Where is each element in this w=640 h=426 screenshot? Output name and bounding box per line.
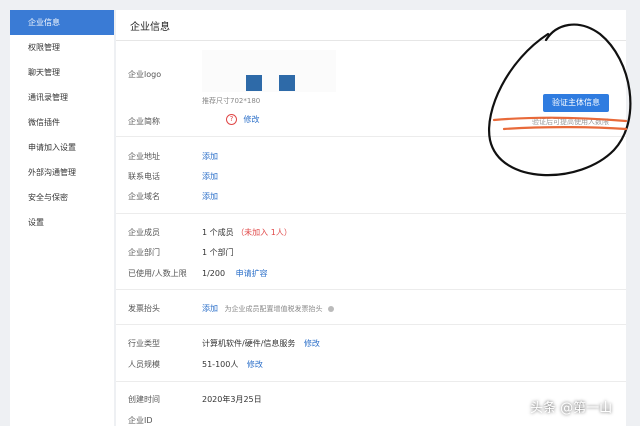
sidebar-item-settings[interactable]: 设置 [10,210,114,235]
logo-image [246,75,262,91]
short-name-edit-link[interactable]: 修改 [244,115,260,124]
size-value: 51-100人 [202,360,239,369]
logo-label: 企业logo [128,70,162,79]
verify-button[interactable]: 验证主体信息 [543,94,609,112]
phone-label: 联系电话 [128,172,160,181]
invoice-add-link[interactable]: 添加 [202,304,218,313]
domain-add-link[interactable]: 添加 [202,191,218,202]
address-label: 企业地址 [128,152,160,161]
page-title: 企业信息 [130,22,170,33]
title-divider [116,40,626,41]
limit-label: 已使用/人数上限 [128,269,187,278]
question-icon[interactable]: ? [226,114,237,125]
divider [116,136,626,137]
info-icon[interactable] [328,305,335,312]
sidebar-item-external[interactable]: 外部沟通管理 [10,160,114,185]
divider [116,324,626,325]
logo-hint: 推荐尺寸702*180 [202,97,261,105]
divider [116,213,626,214]
created-label: 创建时间 [128,395,160,404]
industry-value: 计算机软件/硬件/信息服务 [202,339,296,348]
divider [116,289,626,290]
members-value-row: 1 个成员 （未加入 1人） [202,227,292,238]
industry-edit-link[interactable]: 修改 [304,339,320,348]
industry-label: 行业类型 [128,339,160,348]
apply-expand-link[interactable]: 申请扩容 [236,269,268,278]
size-row: 51-100人 修改 [202,359,263,370]
sidebar-item-join-settings[interactable]: 申请加入设置 [10,135,114,160]
corp-id-label: 企业ID [128,416,153,425]
size-label: 人员规模 [128,360,160,369]
short-name-row: ? 修改 [226,114,260,125]
sidebar-item-security[interactable]: 安全与保密 [10,185,114,210]
limit-value-row: 1/200 申请扩容 [202,268,268,279]
sidebar-item-permissions[interactable]: 权限管理 [10,35,114,60]
industry-row: 计算机软件/硬件/信息服务 修改 [202,338,320,349]
depts-value: 1 个部门 [202,248,234,257]
phone-add-link[interactable]: 添加 [202,171,218,182]
logo-upload[interactable] [202,50,336,92]
sidebar: 企业信息 权限管理 聊天管理 通讯录管理 微信插件 申请加入设置 外部沟通管理 … [10,10,114,426]
limit-value: 1/200 [202,269,226,278]
divider [116,381,626,382]
verify-hint: 验证后可提高使用人数限 [532,118,609,126]
invoice-label: 发票抬头 [128,304,160,313]
short-name-label: 企业简称 [128,117,160,126]
sidebar-item-company-info[interactable]: 企业信息 [10,10,114,35]
members-label: 企业成员 [128,228,160,237]
watermark: 头条 @第一山 [530,401,613,416]
main-panel: 企业信息 企业logo 推荐尺寸702*180 验证主体信息 验证后可提高使用人… [116,10,626,426]
domain-label: 企业域名 [128,192,160,201]
members-unjoined-note[interactable]: （未加入 1人） [236,228,292,237]
sidebar-item-wechat-plugin[interactable]: 微信插件 [10,110,114,135]
created-value: 2020年3月25日 [202,395,262,404]
members-value: 1 个成员 [202,228,234,237]
size-edit-link[interactable]: 修改 [247,360,263,369]
logo-image [279,75,295,91]
sidebar-item-contacts[interactable]: 通讯录管理 [10,85,114,110]
depts-label: 企业部门 [128,248,160,257]
invoice-row: 添加 为企业成员配置增值税发票抬头 [202,303,335,314]
address-add-link[interactable]: 添加 [202,151,218,162]
sidebar-item-chat[interactable]: 聊天管理 [10,60,114,85]
invoice-hint: 为企业成员配置增值税发票抬头 [224,305,323,313]
